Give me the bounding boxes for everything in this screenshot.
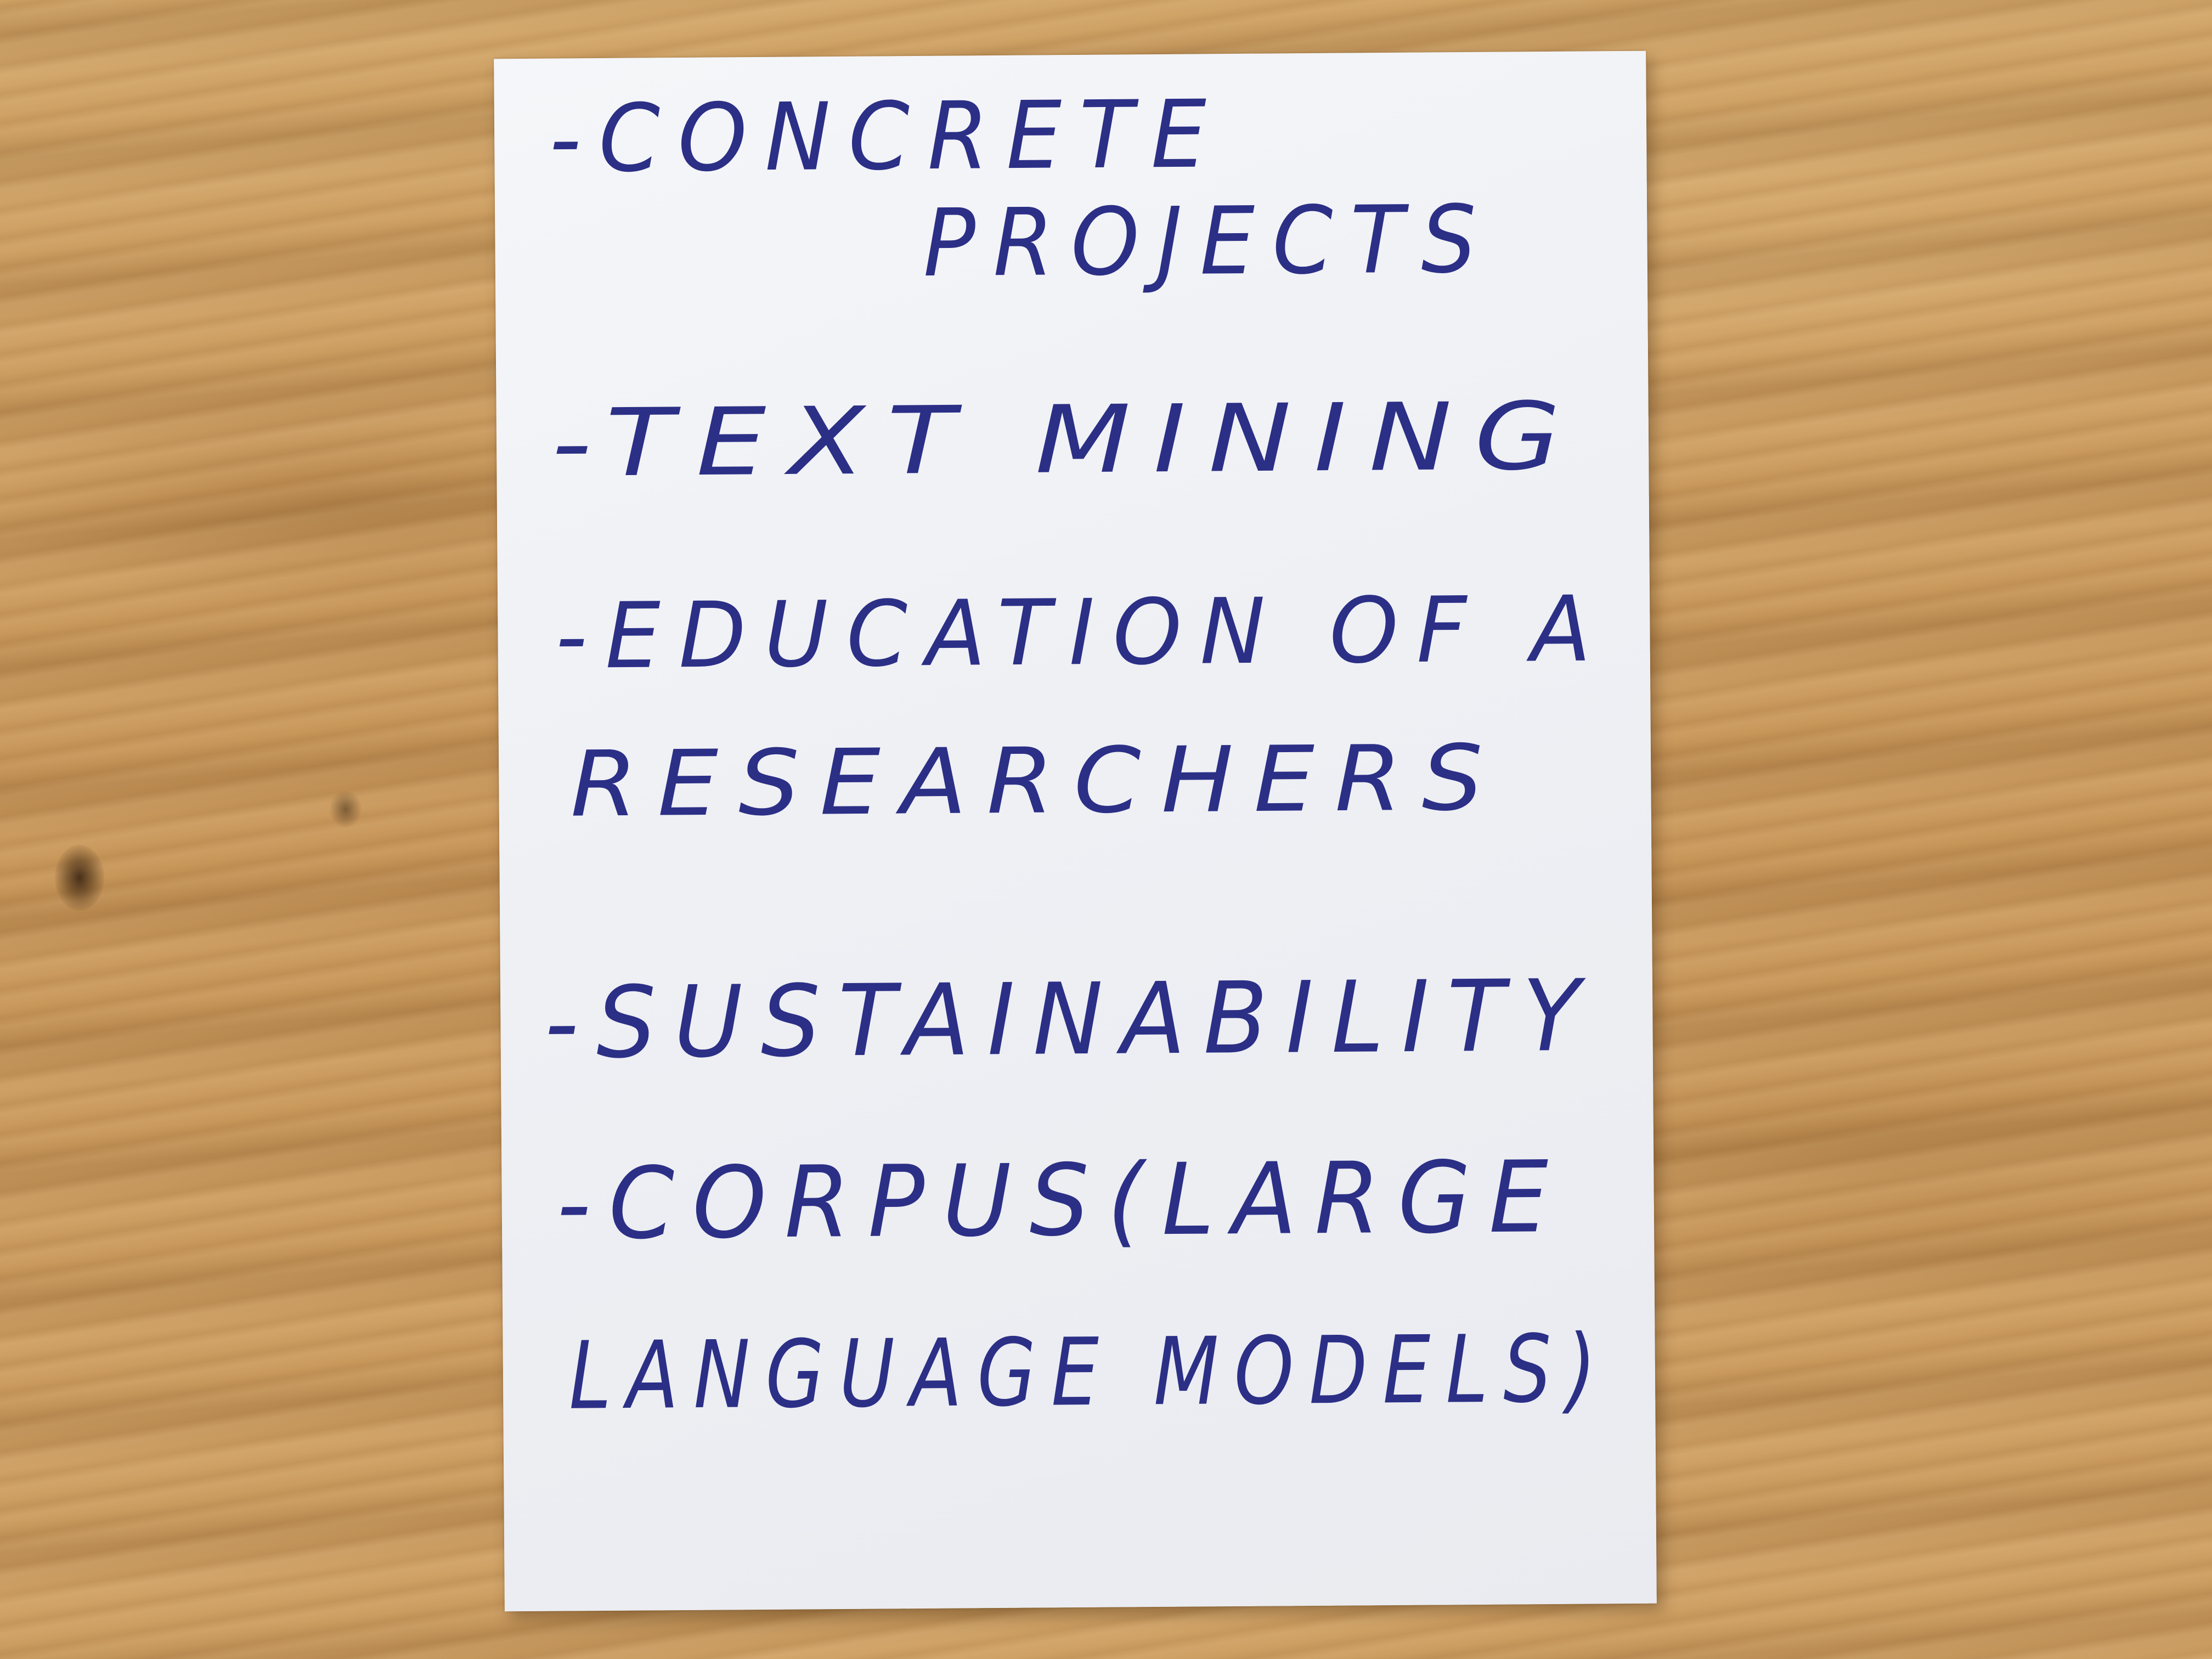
note-line-projects: PROJECTS: [923, 185, 1494, 298]
note-line-corpus: -CORPUS(LARGE: [556, 1140, 1566, 1262]
note-line-researchers: RESEARCHERS: [570, 725, 1503, 837]
note-line-text-mining: -TEXT MINING: [551, 382, 1583, 498]
note-line-concrete: -CONCRETE: [549, 80, 1224, 194]
note-line-education: -EDUCATION OF A: [555, 576, 1609, 689]
note-line-sustainability: -SUSTAINABILITY: [544, 959, 1598, 1081]
handwritten-notes: -CONCRETE PROJECTS -TEXT MINING -EDUCATI…: [544, 80, 1612, 1430]
note-line-language-models: LANGUAGE MODELS): [568, 1314, 1611, 1430]
